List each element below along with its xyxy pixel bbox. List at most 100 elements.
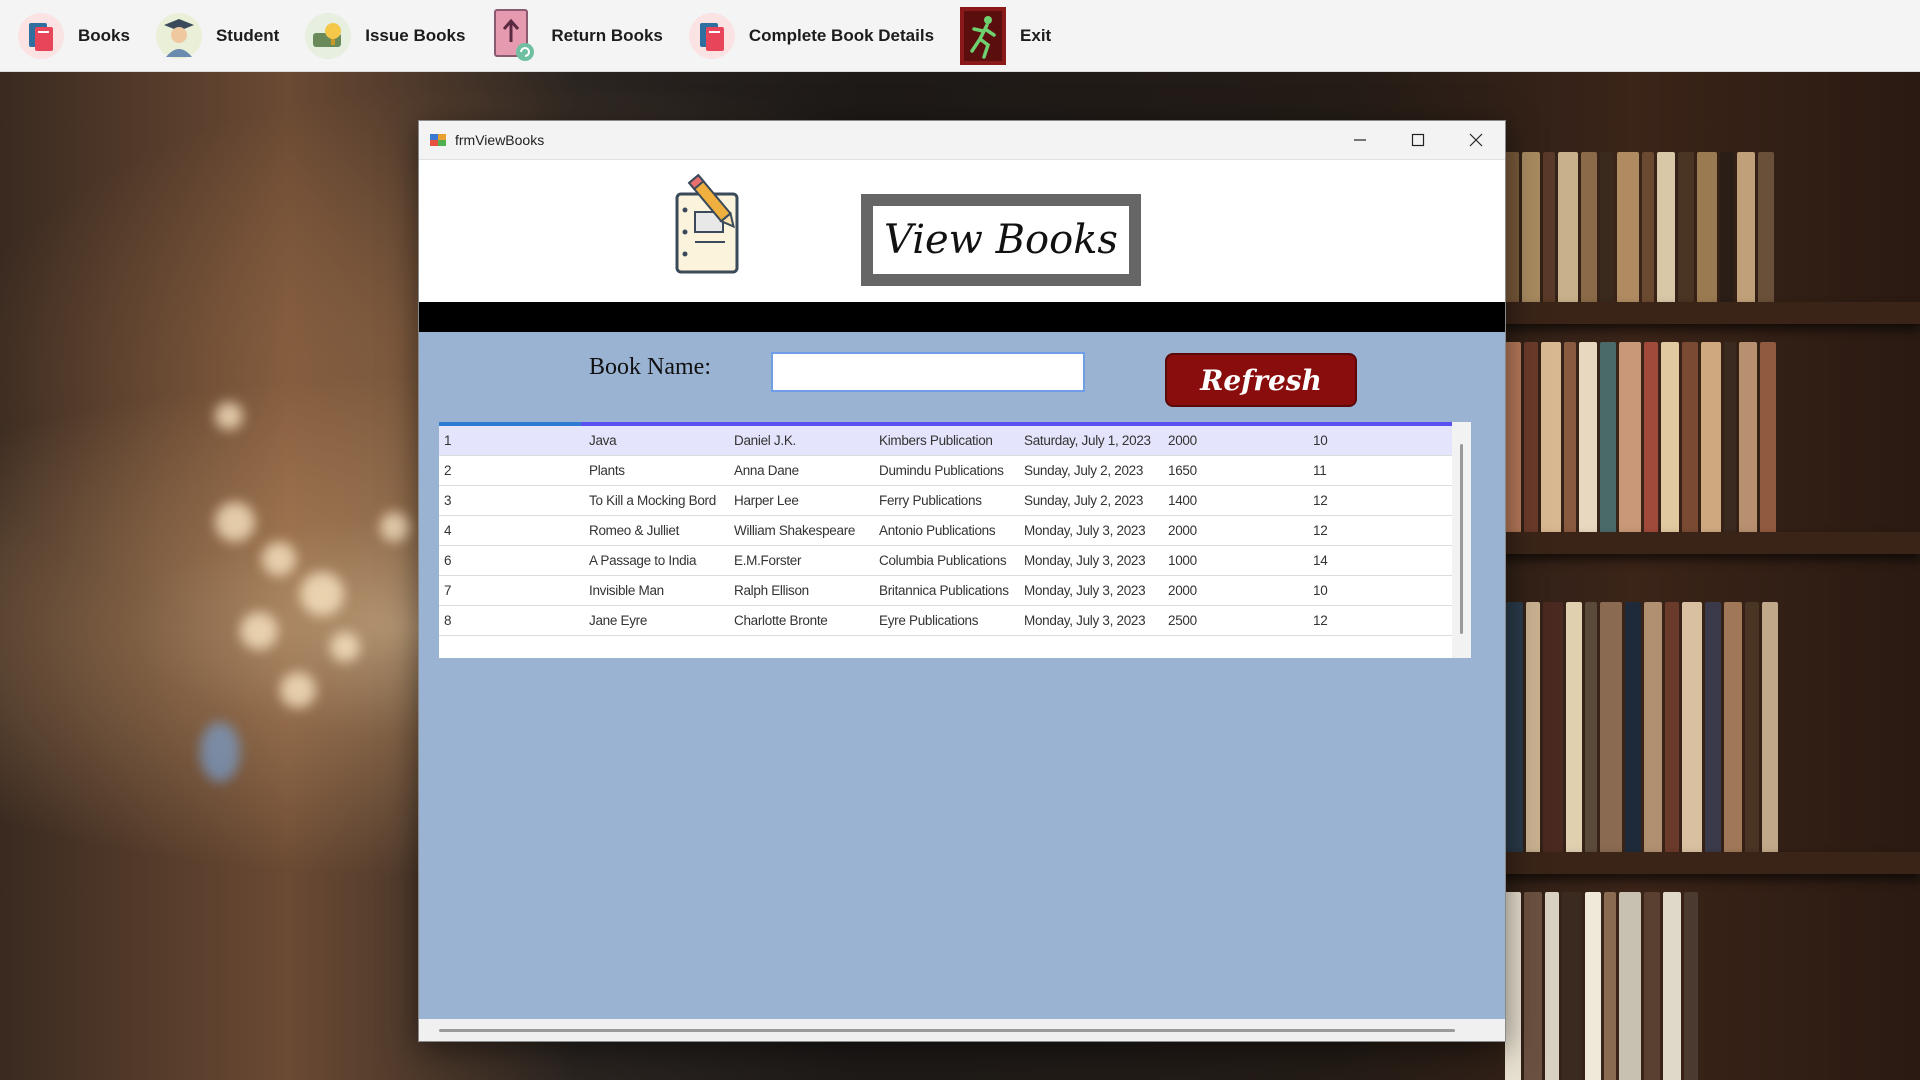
view-books-heading: View Books	[861, 194, 1141, 286]
book-name-label: Book Name:	[589, 354, 711, 380]
cell-name[interactable]: Java	[584, 426, 729, 456]
close-icon	[1469, 133, 1483, 147]
scrollbar-thumb[interactable]	[1460, 444, 1463, 634]
form-header: View Books	[419, 160, 1505, 302]
exit-icon	[956, 6, 1010, 65]
menu-label: Books	[78, 25, 130, 45]
student-icon	[152, 9, 206, 63]
issue-books-icon	[301, 9, 355, 63]
cell-name[interactable]: Plants	[584, 455, 729, 486]
minimize-icon	[1354, 139, 1366, 141]
cell-id[interactable]: 8	[439, 605, 584, 636]
table-row[interactable]: 7 Invisible Man Ralph Ellison Britannica Pu…	[439, 575, 1452, 606]
books-table: 1 Java Daniel J.K. Kimbers Publication Satur…	[439, 426, 1452, 636]
menu-label: Issue Books	[365, 25, 466, 45]
menu-label: Student	[215, 25, 280, 45]
menu-exit[interactable]: Exit	[956, 6, 1051, 66]
menu-label: Complete Book Details	[748, 25, 935, 45]
window-horizontal-scrollbar[interactable]	[419, 1019, 1505, 1041]
cell-name[interactable]: Romeo & Julliet	[584, 515, 729, 546]
cell-price[interactable]: 1400	[1163, 485, 1308, 516]
cell-publication[interactable]: Dumindu Publications	[874, 455, 1019, 486]
window-titlebar[interactable]: frmViewBooks	[419, 121, 1505, 160]
maximize-icon	[1411, 133, 1425, 147]
book-name-input[interactable]	[771, 352, 1085, 392]
cell-quantity[interactable]: 11	[1308, 455, 1452, 486]
cell-publication[interactable]: Ferry Publications	[874, 485, 1019, 516]
cell-id[interactable]: 7	[439, 575, 584, 606]
cell-quantity[interactable]: 14	[1308, 545, 1452, 576]
cell-price[interactable]: 2000	[1163, 575, 1308, 606]
scrollbar-thumb[interactable]	[439, 1029, 1455, 1032]
menu-label: Exit	[1020, 25, 1052, 45]
cell-author[interactable]: Anna Dane	[729, 455, 874, 486]
cell-price[interactable]: 2500	[1163, 605, 1308, 636]
book-details-icon	[685, 9, 739, 63]
table-row[interactable]: 8 Jane Eyre Charlotte Bronte Eyre Publicati…	[439, 605, 1452, 636]
cell-date[interactable]: Monday, July 3, 2023	[1019, 515, 1163, 546]
grid-vertical-scrollbar[interactable]	[1452, 422, 1471, 658]
cell-id[interactable]: 1	[439, 426, 584, 456]
table-row[interactable]: 4 Romeo & Julliet William Shakespeare Anton…	[439, 515, 1452, 546]
main-menu-toolbar: Books Student Issue Books Return Books C…	[0, 0, 1920, 72]
cell-publication[interactable]: Columbia Publications	[874, 545, 1019, 576]
cell-id[interactable]: 4	[439, 515, 584, 546]
cell-author[interactable]: Harper Lee	[729, 485, 874, 516]
cell-author[interactable]: Ralph Ellison	[729, 575, 874, 606]
books-data-grid[interactable]: 1 Java Daniel J.K. Kimbers Publication Satur…	[439, 422, 1471, 658]
cell-quantity[interactable]: 12	[1308, 485, 1452, 516]
header-divider	[419, 302, 1505, 332]
search-row: Book Name: Refresh	[419, 332, 1505, 422]
cell-date[interactable]: Saturday, July 1, 2023	[1019, 426, 1163, 456]
cell-date[interactable]: Monday, July 3, 2023	[1019, 575, 1163, 606]
cell-quantity[interactable]: 10	[1308, 575, 1452, 606]
cell-name[interactable]: A Passage to India	[584, 545, 729, 576]
cell-author[interactable]: Charlotte Bronte	[729, 605, 874, 636]
cell-publication[interactable]: Antonio Publications	[874, 515, 1019, 546]
form-icon	[430, 134, 446, 146]
cell-price[interactable]: 2000	[1163, 515, 1308, 546]
cell-author[interactable]: William Shakespeare	[729, 515, 874, 546]
cell-id[interactable]: 6	[439, 545, 584, 576]
cell-quantity[interactable]: 12	[1308, 515, 1452, 546]
cell-author[interactable]: E.M.Forster	[729, 545, 874, 576]
table-row[interactable]: 3 To Kill a Mocking Bord Harper Lee Ferry P…	[439, 485, 1452, 516]
menu-student[interactable]: Student	[152, 6, 279, 66]
minimize-button[interactable]	[1331, 121, 1389, 159]
cell-quantity[interactable]: 12	[1308, 605, 1452, 636]
refresh-button[interactable]: Refresh	[1165, 353, 1357, 407]
menu-issue-books[interactable]: Issue Books	[301, 6, 465, 66]
cell-date[interactable]: Sunday, July 2, 2023	[1019, 455, 1163, 486]
cell-publication[interactable]: Kimbers Publication	[874, 426, 1019, 456]
cell-date[interactable]: Monday, July 3, 2023	[1019, 605, 1163, 636]
cell-id[interactable]: 2	[439, 455, 584, 486]
cell-name[interactable]: Invisible Man	[584, 575, 729, 606]
cell-date[interactable]: Sunday, July 2, 2023	[1019, 485, 1163, 516]
cell-id[interactable]: 3	[439, 485, 584, 516]
cell-price[interactable]: 2000	[1163, 426, 1308, 456]
cell-publication[interactable]: Eyre Publications	[874, 605, 1019, 636]
menu-return-books[interactable]: Return Books	[487, 6, 663, 66]
cell-price[interactable]: 1650	[1163, 455, 1308, 486]
cell-name[interactable]: Jane Eyre	[584, 605, 729, 636]
table-row[interactable]: 2 Plants Anna Dane Dumindu Publications Sund…	[439, 455, 1452, 486]
menu-complete-book-details[interactable]: Complete Book Details	[685, 6, 934, 66]
notebook-pencil-icon	[675, 173, 739, 274]
menu-label: Return Books	[551, 25, 663, 45]
view-books-window: frmViewBooks View Books Book Name: Refre…	[418, 120, 1506, 1042]
heading-text: View Books	[884, 217, 1118, 263]
cell-quantity[interactable]: 10	[1308, 426, 1452, 456]
cell-price[interactable]: 1000	[1163, 545, 1308, 576]
table-row[interactable]: 6A Passage to India E.M.Forster Columbia P…	[439, 545, 1452, 576]
table-row[interactable]: 1 Java Daniel J.K. Kimbers Publication Satur…	[439, 426, 1452, 456]
close-button[interactable]	[1447, 121, 1505, 159]
cell-author[interactable]: Daniel J.K.	[729, 426, 874, 456]
menu-books[interactable]: Books	[14, 6, 130, 66]
cell-publication[interactable]: Britannica Publications	[874, 575, 1019, 606]
maximize-button[interactable]	[1389, 121, 1447, 159]
return-books-icon	[487, 8, 541, 63]
books-icon	[14, 9, 68, 63]
cell-date[interactable]: Monday, July 3, 2023	[1019, 545, 1163, 576]
window-title: frmViewBooks	[455, 132, 545, 148]
cell-name[interactable]: To Kill a Mocking Bord	[584, 485, 729, 516]
